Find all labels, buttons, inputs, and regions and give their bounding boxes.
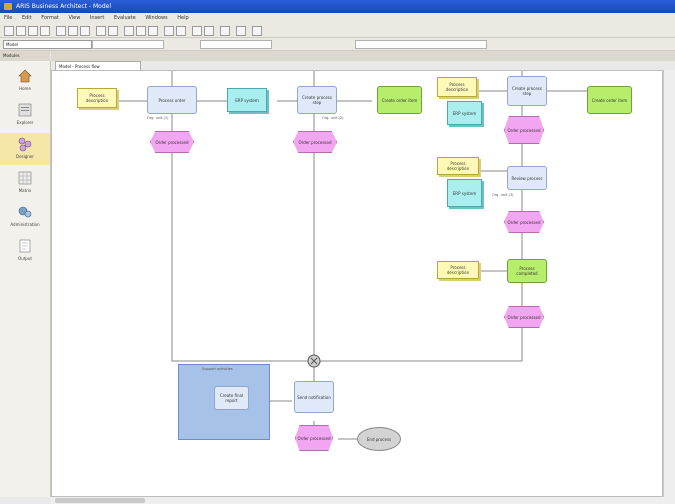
menu-bar: File Edit Format View Insert Evaluate Wi… [0,13,675,24]
menu-evaluate[interactable]: Evaluate [114,15,136,21]
event-node-right-1[interactable]: Order processed [504,116,544,144]
tab-strip [51,51,675,61]
nav-output-label: Output [18,256,32,261]
help-icon[interactable] [252,26,262,36]
menu-edit[interactable]: Edit [22,15,32,21]
model-canvas[interactable]: Process description Process order Org. u… [51,70,663,497]
nav-home-label: Home [19,86,31,91]
nav-matrix-label: Matrix [18,188,32,193]
modules-sidebar: Home Explorer Designer Matrix Administra… [0,61,51,497]
redo-icon[interactable] [108,26,118,36]
function-create-step-right[interactable]: Create process step [507,76,547,106]
org-unit-label-3: Org. unit (3) [492,193,514,197]
nav-explorer[interactable]: Explorer [0,99,50,131]
document-node-right-2[interactable]: Process description [437,157,479,175]
event-node-2[interactable]: Order processed [293,131,337,153]
horizontal-scroll-thumb[interactable] [55,498,145,503]
print-icon[interactable] [40,26,50,36]
function-create-step[interactable]: Create process step [297,86,337,114]
horizontal-scrollbar[interactable] [51,497,675,504]
copy-icon[interactable] [68,26,78,36]
format-combo[interactable] [355,40,487,49]
tab-model[interactable]: Model - Process flow [55,61,141,70]
title-bar: ARIS Business Architect - Model [0,0,675,13]
group-box-label: Support activities [202,367,233,371]
document-node-right-3[interactable]: Process description [437,261,479,279]
search-icon[interactable] [236,26,246,36]
modules-header[interactable]: Modules [0,51,50,61]
font-combo[interactable] [92,40,164,49]
nav-home[interactable]: Home [0,65,50,97]
document-node-right-1[interactable]: Process description [437,77,477,97]
function-send-notification[interactable]: Send notification [294,381,334,413]
event-node-right-3[interactable]: Order processed [504,306,544,328]
function-final-report[interactable]: Create final report [214,386,249,410]
nav-administration[interactable]: Administration [0,201,50,233]
nav-administration-label: Administration [10,222,40,227]
end-terminator[interactable]: End process [357,427,401,451]
layout-icon[interactable] [204,26,214,36]
document-node[interactable]: Process description [77,88,117,108]
function-process-completed[interactable]: Process completed [507,259,547,283]
function-process-order[interactable]: Process order [147,86,197,114]
open-icon[interactable] [16,26,26,36]
administration-icon [18,206,32,218]
output-icon [19,239,31,253]
zoom-in-icon[interactable] [164,26,174,36]
home-icon [18,69,32,83]
nav-output[interactable]: Output [0,235,50,267]
model-combo[interactable]: Model [3,40,92,49]
address-bar: Model [0,38,675,51]
menu-insert[interactable]: Insert [90,15,104,21]
cut-icon[interactable] [56,26,66,36]
save-icon[interactable] [28,26,38,36]
system-node-right-1[interactable]: ERP system [447,101,482,125]
event-node-1[interactable]: Order processed [150,131,194,153]
system-node-right-2[interactable]: ERP system [447,179,482,207]
menu-format[interactable]: Format [41,15,59,21]
new-icon[interactable] [4,26,14,36]
connection-lines [107,71,587,440]
green-function-node-right[interactable]: Create order item [587,86,632,114]
system-node[interactable]: ERP system [227,88,267,112]
zoom-out-icon[interactable] [176,26,186,36]
org-unit-label-2: Org. unit (2) [322,116,344,120]
event-node-final[interactable]: Order processed [295,425,333,451]
undo-icon[interactable] [96,26,106,36]
app-window: { "window": {"title": "ARIS Business Arc… [0,0,675,504]
vertical-scrollbar[interactable] [663,70,675,497]
menu-view[interactable]: View [68,15,80,21]
toolbar [0,24,675,38]
green-function-node[interactable]: Create order item [377,86,422,114]
explorer-icon [18,103,32,117]
menu-file[interactable]: File [4,15,12,21]
menu-help[interactable]: Help [177,15,188,21]
designer-icon [18,137,32,152]
window-title: ARIS Business Architect - Model [16,3,112,10]
app-icon [4,3,12,10]
nav-matrix[interactable]: Matrix [0,167,50,199]
paste-icon[interactable] [80,26,90,36]
size-combo[interactable] [200,40,272,49]
grid-icon[interactable] [192,26,202,36]
org-unit-label-1: Org. unit (1) [147,116,169,120]
menu-windows[interactable]: Windows [145,15,167,21]
align-center-icon[interactable] [136,26,146,36]
align-right-icon[interactable] [148,26,158,36]
properties-icon[interactable] [220,26,230,36]
function-review-process[interactable]: Review process [507,166,547,190]
align-left-icon[interactable] [124,26,134,36]
nav-designer-label: Designer [16,154,34,159]
nav-explorer-label: Explorer [16,120,34,125]
event-node-right-2[interactable]: Order processed [504,211,544,233]
nav-designer[interactable]: Designer [0,133,50,165]
matrix-icon [18,171,32,185]
